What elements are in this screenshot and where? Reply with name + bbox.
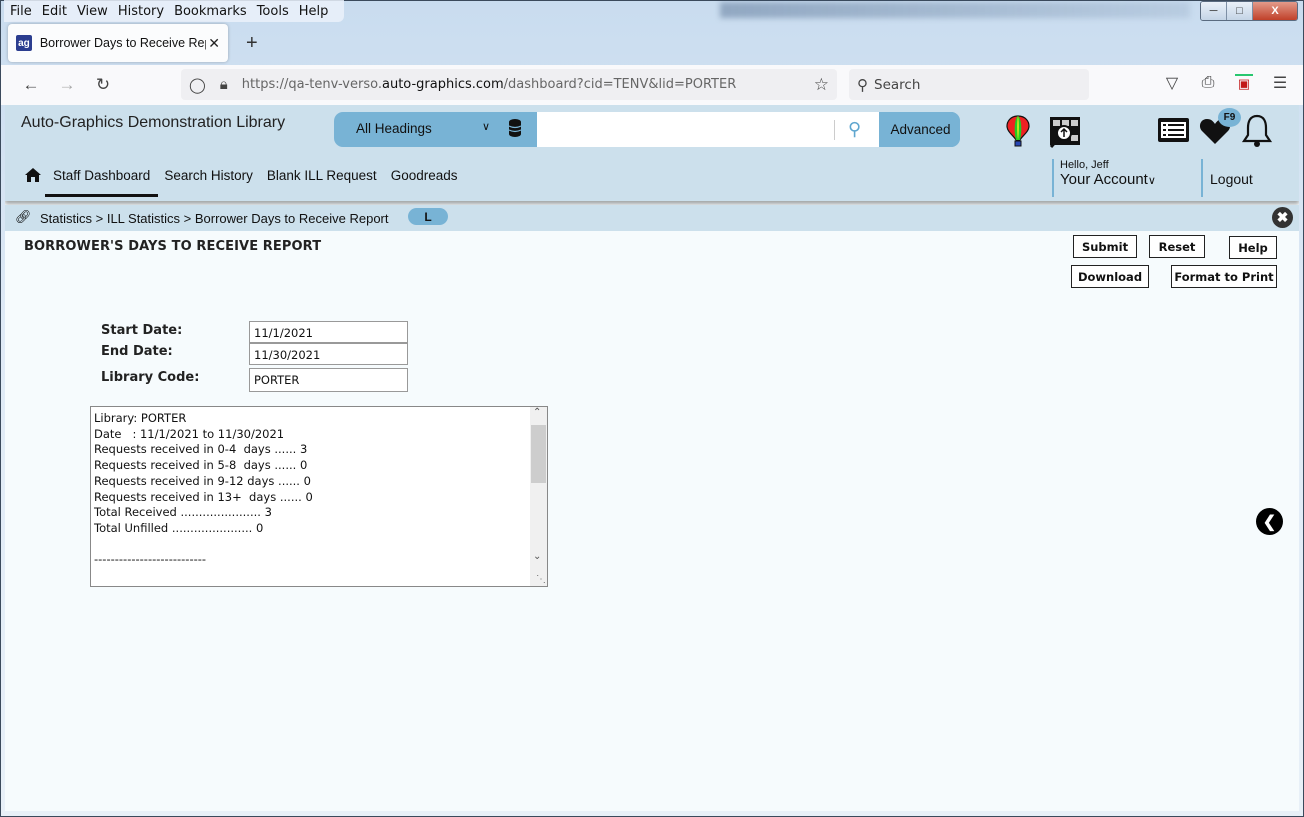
chevron-down-icon[interactable]: ∨ xyxy=(482,120,490,133)
reload-icon[interactable]: ↻ xyxy=(85,75,121,95)
reset-button[interactable]: Reset xyxy=(1149,235,1205,258)
end-date-input[interactable]: 11/30/2021 xyxy=(249,343,408,365)
library-code-input[interactable]: PORTER xyxy=(249,368,408,392)
print-icon[interactable]: ⎙ xyxy=(1199,74,1217,92)
menu-bar: File Edit View History Bookmarks Tools H… xyxy=(4,0,345,22)
format-to-print-button[interactable]: Format to Print xyxy=(1171,265,1277,288)
back-icon[interactable]: ← xyxy=(13,75,49,95)
new-tab-icon[interactable]: + xyxy=(246,32,258,55)
home-icon[interactable] xyxy=(23,167,43,183)
url-bar[interactable]: ◯ 🔒︎ https://qa-tenv-verso.auto-graphics… xyxy=(181,69,837,100)
favicon-icon: ag xyxy=(16,35,32,51)
breadcrumb-bar: 🔗︎ Statistics > ILL Statistics > Borrowe… xyxy=(5,205,1299,231)
menu-edit[interactable]: Edit xyxy=(42,4,67,19)
tab-bar: ag Borrower Days to Receive Report ✕ + xyxy=(8,24,258,62)
favorites-count-badge: F9 xyxy=(1218,108,1241,127)
lock-icon[interactable]: 🔒︎ xyxy=(220,76,228,93)
search-icon: ⚲ xyxy=(857,76,868,94)
scroll-down-icon[interactable]: ⌄ xyxy=(533,551,541,562)
scrollbar-thumb[interactable] xyxy=(531,425,546,483)
notifications-bell-icon[interactable] xyxy=(1241,113,1273,149)
bookmark-star-icon[interactable]: ☆ xyxy=(814,75,829,95)
database-icon[interactable] xyxy=(508,118,522,138)
app-content: Auto-Graphics Demonstration Library All … xyxy=(5,105,1299,811)
search-submit-icon[interactable]: ⚲ xyxy=(848,119,861,140)
hamburger-menu-icon[interactable]: ☰ xyxy=(1271,73,1289,93)
hot-air-balloon-icon[interactable] xyxy=(1006,115,1030,147)
menu-view[interactable]: View xyxy=(77,4,108,19)
nav-search-history[interactable]: Search History xyxy=(164,168,253,183)
menu-bookmarks[interactable]: Bookmarks xyxy=(174,4,247,19)
menu-file[interactable]: File xyxy=(10,4,32,19)
chevron-down-icon[interactable]: ∨ xyxy=(1148,175,1156,187)
list-toggle-pill[interactable]: L xyxy=(408,208,448,225)
maximize-button[interactable]: □ xyxy=(1227,2,1253,20)
logout-link[interactable]: Logout xyxy=(1201,159,1253,197)
breadcrumb[interactable]: Statistics > ILL Statistics > Borrower D… xyxy=(40,211,389,226)
submit-button[interactable]: Submit xyxy=(1073,235,1137,258)
url-text[interactable]: https://qa-tenv-verso.auto-graphics.com/… xyxy=(242,77,736,92)
advanced-search-button[interactable]: Advanced xyxy=(881,112,960,147)
search-bar: All Headings ∨ ⚲ Advanced xyxy=(334,112,960,147)
nav-goodreads[interactable]: Goodreads xyxy=(391,168,458,183)
report-text: Library: PORTER Date : 11/1/2021 to 11/3… xyxy=(94,411,313,567)
menu-help[interactable]: Help xyxy=(299,4,329,19)
start-date-input[interactable]: 11/1/2021 xyxy=(249,321,408,343)
scroll-up-icon[interactable]: ⌃ xyxy=(533,407,541,418)
tab-title: Borrower Days to Receive Report xyxy=(39,36,206,50)
browser-search-placeholder: Search xyxy=(874,76,921,93)
report-textarea[interactable]: Library: PORTER Date : 11/1/2021 to 11/3… xyxy=(90,406,548,587)
your-account-label[interactable]: Your Account xyxy=(1060,171,1148,188)
search-scope-select[interactable]: All Headings xyxy=(356,121,432,136)
extension-icon[interactable]: ▣ xyxy=(1235,74,1253,92)
window-controls: ─ □ X xyxy=(1200,1,1298,21)
start-date-label: Start Date: xyxy=(101,323,183,338)
download-button[interactable]: Download xyxy=(1071,265,1149,288)
search-divider xyxy=(834,120,835,140)
pocket-icon[interactable]: ▽ xyxy=(1163,73,1181,93)
help-button[interactable]: Help xyxy=(1229,236,1277,259)
browser-tab[interactable]: ag Borrower Days to Receive Report ✕ xyxy=(8,24,228,62)
main-nav: Staff Dashboard Search History Blank ILL… xyxy=(23,167,471,197)
account-menu[interactable]: Hello, Jeff Your Account∨ xyxy=(1052,159,1156,197)
nav-blank-ill-request[interactable]: Blank ILL Request xyxy=(267,168,377,183)
close-icon[interactable]: ✖ xyxy=(1272,207,1293,228)
tab-close-icon[interactable]: ✕ xyxy=(208,35,220,52)
title-bar-background xyxy=(720,2,1190,18)
menu-history[interactable]: History xyxy=(118,4,164,19)
browser-toolbar: ← → ↻ ◯ 🔒︎ https://qa-tenv-verso.auto-gr… xyxy=(1,65,1303,105)
report-scrollbar[interactable]: ⌃ ⌄ xyxy=(530,407,547,586)
window-close-button[interactable]: X xyxy=(1253,2,1297,20)
resize-grip-icon[interactable]: ⋱ xyxy=(536,574,546,585)
catalog-search-icon[interactable] xyxy=(1048,115,1082,149)
list-icon[interactable] xyxy=(1157,117,1190,143)
search-input[interactable] xyxy=(537,112,879,147)
shield-icon[interactable]: ◯ xyxy=(189,76,206,94)
browser-search-box[interactable]: ⚲ Search xyxy=(849,69,1089,100)
end-date-label: End Date: xyxy=(101,344,173,359)
page-title: BORROWER'S DAYS TO RECEIVE REPORT xyxy=(24,239,322,254)
link-icon: 🔗︎ xyxy=(15,209,32,224)
forward-icon[interactable]: → xyxy=(49,75,85,95)
app-header: Auto-Graphics Demonstration Library All … xyxy=(5,105,1299,201)
minimize-button[interactable]: ─ xyxy=(1201,2,1227,20)
menu-tools[interactable]: Tools xyxy=(257,4,289,19)
library-name: Auto-Graphics Demonstration Library xyxy=(21,114,286,131)
nav-staff-dashboard[interactable]: Staff Dashboard xyxy=(44,168,159,197)
greeting: Hello, Jeff xyxy=(1060,159,1109,171)
sidebar-toggle-chevron-left-icon[interactable]: ❮ xyxy=(1256,508,1283,535)
library-code-label: Library Code: xyxy=(101,370,200,385)
